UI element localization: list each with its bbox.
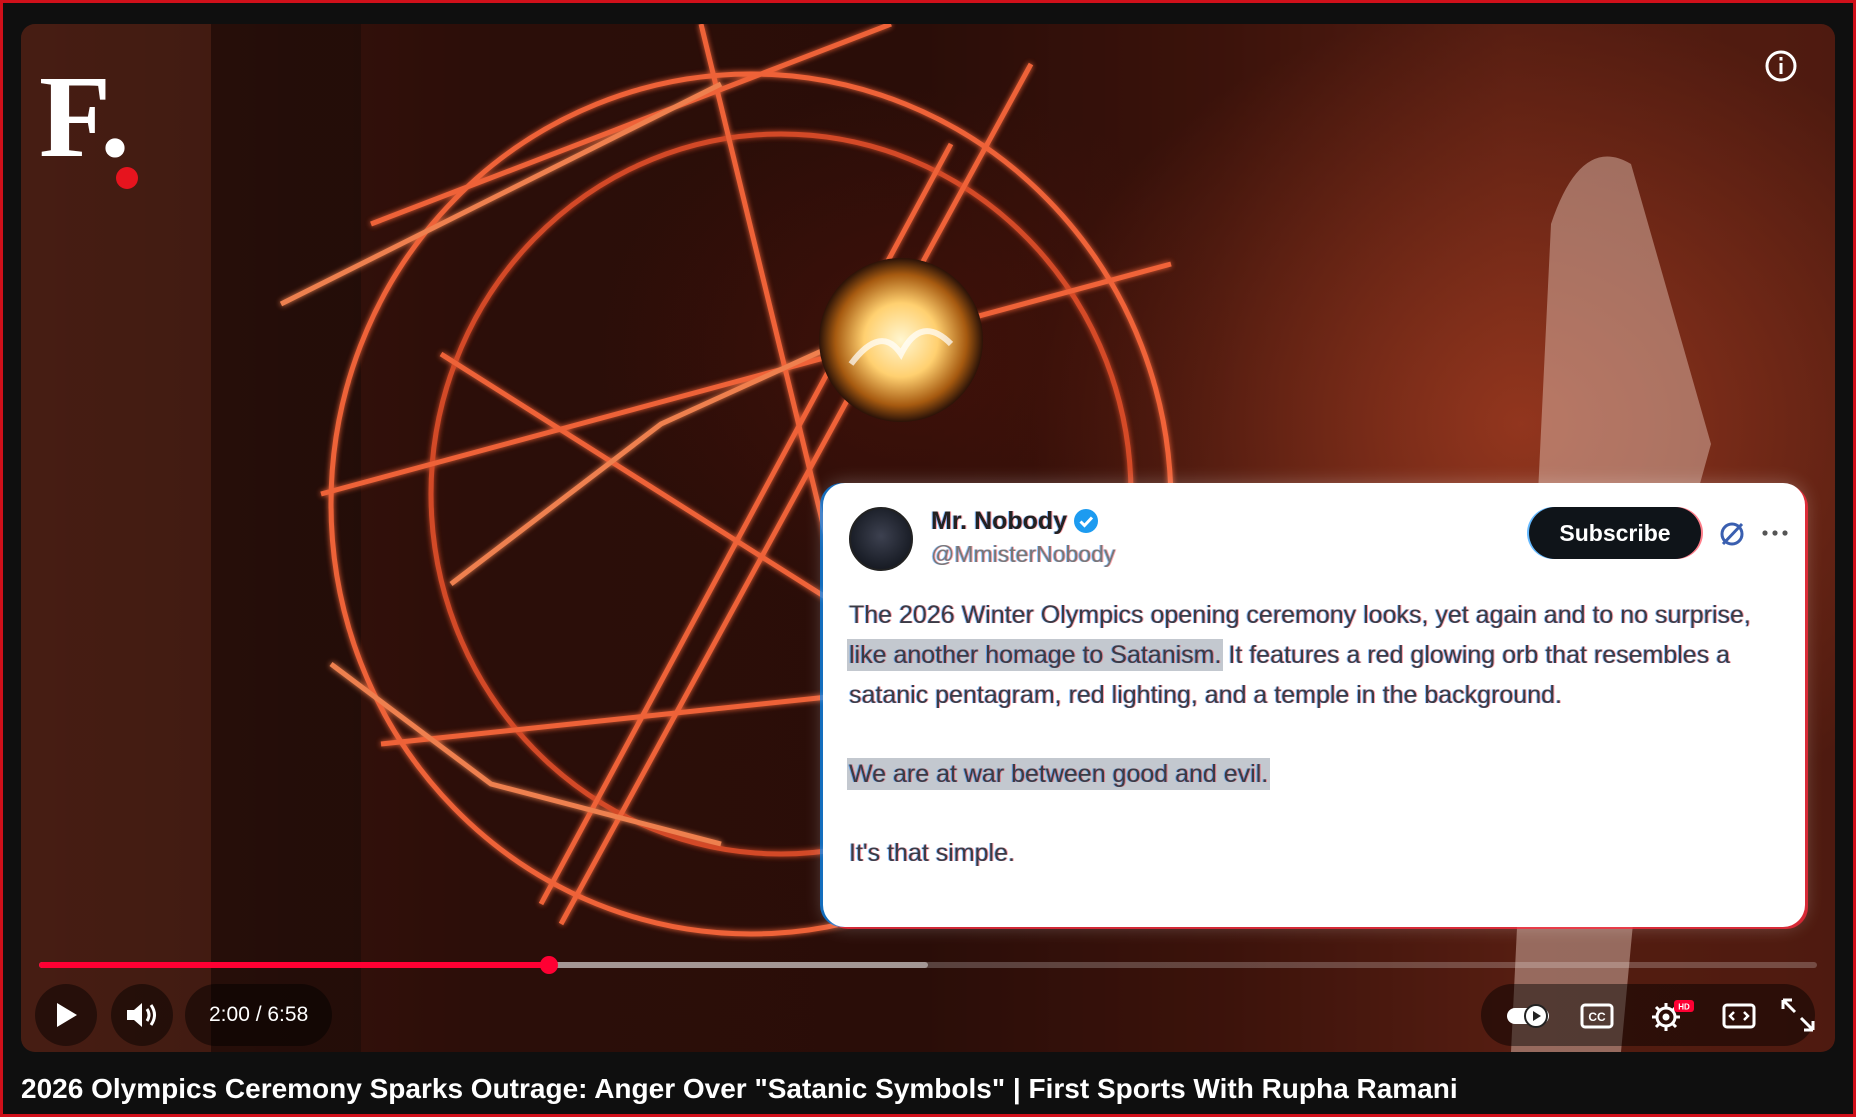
grok-icon — [1720, 522, 1744, 546]
progress-scrubber-handle[interactable] — [539, 956, 558, 974]
play-icon — [57, 1003, 77, 1027]
tweet-paragraph-1: The 2026 Winter Olympics opening ceremon… — [849, 595, 1779, 715]
subscribe-button: Subscribe — [1529, 507, 1701, 559]
captions-icon[interactable]: CC — [1579, 1000, 1615, 1032]
progress-played — [39, 962, 549, 968]
time-display: 2:00 / 6:58 — [185, 984, 333, 1046]
logo-letter: F. — [39, 51, 130, 182]
more-icon — [1762, 530, 1788, 536]
volume-icon — [127, 1003, 156, 1027]
info-icon[interactable] — [1761, 46, 1801, 86]
progress-bar[interactable] — [39, 956, 1817, 974]
tweet-author-name: Mr. Nobody — [931, 507, 1068, 535]
tweet-paragraph-2: We are at war between good and evil. — [849, 754, 1779, 794]
tweet-handle: @MmisterNobody — [931, 541, 1116, 567]
tweet-text-part: The 2026 Winter Olympics opening ceremon… — [849, 601, 1751, 629]
channel-logo: F. — [39, 58, 149, 189]
svg-text:CC: CC — [1588, 1010, 1606, 1024]
tweet-text: The 2026 Winter Olympics opening ceremon… — [849, 595, 1779, 912]
hd-badge: HD — [1678, 1003, 1690, 1012]
play-button[interactable] — [35, 984, 97, 1046]
mute-button[interactable] — [111, 984, 173, 1046]
highlighted-text: like another homage to Satanism. — [849, 641, 1222, 669]
highlighted-text: We are at war between good and evil. — [849, 760, 1269, 788]
video-player[interactable]: F. Mr. Nobody @MmisterNobody Subscribe T… — [21, 24, 1835, 1052]
avatar — [849, 507, 913, 571]
fullscreen-icon[interactable] — [1775, 992, 1821, 1038]
video-title[interactable]: 2026 Olympics Ceremony Sparks Outrage: A… — [21, 1073, 1458, 1105]
tweet-card: Mr. Nobody @MmisterNobody Subscribe The … — [823, 483, 1805, 927]
autoplay-toggle-icon[interactable] — [1505, 1000, 1551, 1032]
verified-icon — [1074, 509, 1098, 533]
tweet-paragraph-3: It's that simple. — [849, 839, 1015, 867]
miniplayer-icon[interactable] — [1721, 1000, 1757, 1032]
logo-dot — [116, 167, 138, 189]
settings-icon[interactable]: HD — [1648, 1000, 1694, 1032]
